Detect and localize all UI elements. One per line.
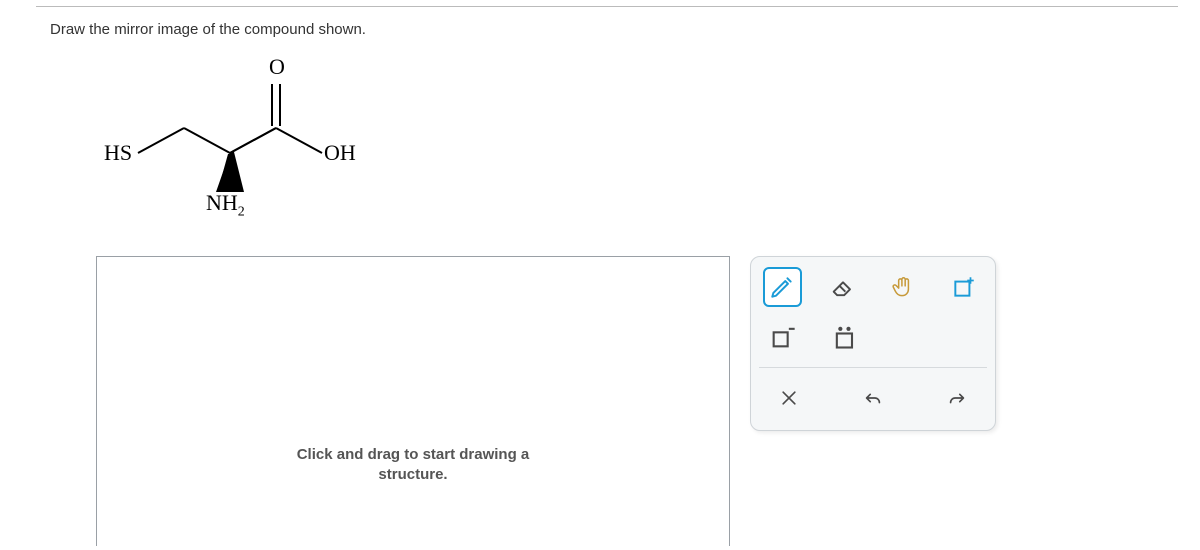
tool-hand[interactable] — [884, 267, 922, 307]
molecule-bonds — [96, 48, 516, 228]
drawing-canvas[interactable]: Click and drag to start drawing a struct… — [96, 256, 730, 546]
hand-icon — [890, 274, 916, 300]
atom-label-oh: OH — [324, 140, 356, 166]
drawing-hint: Click and drag to start drawing a struct… — [97, 445, 729, 486]
eraser-icon — [829, 273, 857, 301]
hint-line-1: Click and drag to start drawing a — [297, 446, 530, 463]
negative-charge-icon — [769, 323, 797, 351]
tool-negative-charge[interactable] — [763, 317, 803, 357]
lone-pair-icon — [831, 323, 859, 351]
add-box-icon — [951, 274, 977, 300]
atom-nh2-sub: 2 — [238, 204, 245, 219]
tool-pencil[interactable] — [763, 267, 802, 307]
tool-add-box[interactable] — [945, 267, 983, 307]
tool-panel — [750, 256, 996, 431]
tool-close[interactable] — [769, 378, 809, 418]
question-prompt: Draw the mirror image of the compound sh… — [50, 21, 1178, 38]
tool-undo[interactable] — [853, 378, 893, 418]
hint-line-2: structure. — [378, 466, 447, 483]
tool-row-1 — [763, 267, 983, 307]
atom-nh2-text: NH — [206, 190, 238, 215]
atom-label-o: O — [269, 54, 285, 80]
question-frame: Draw the mirror image of the compound sh… — [36, 6, 1178, 228]
tool-eraser[interactable] — [824, 267, 862, 307]
close-icon — [779, 388, 799, 408]
redo-icon — [946, 387, 968, 409]
tool-divider — [759, 367, 987, 368]
molecule-diagram: HS O OH NH2 — [96, 48, 516, 228]
pencil-icon — [769, 274, 795, 300]
tool-row-2 — [763, 317, 983, 357]
tool-lone-pair[interactable] — [825, 317, 865, 357]
undo-icon — [862, 387, 884, 409]
tool-redo[interactable] — [937, 378, 977, 418]
atom-label-nh2: NH2 — [206, 190, 245, 220]
tool-row-3 — [763, 378, 983, 418]
atom-label-hs: HS — [104, 140, 132, 166]
